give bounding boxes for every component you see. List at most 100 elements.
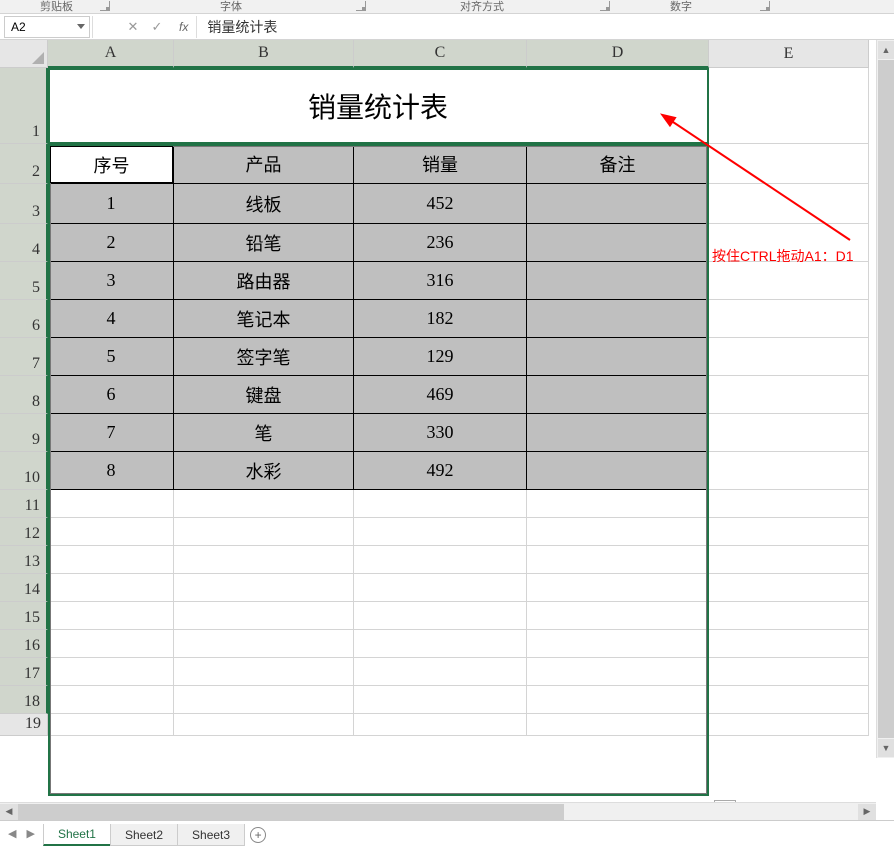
cell[interactable] <box>354 658 527 686</box>
cell[interactable] <box>174 490 354 518</box>
cell[interactable] <box>48 602 174 630</box>
cell[interactable] <box>48 714 174 736</box>
cell[interactable] <box>709 658 869 686</box>
cell[interactable] <box>709 686 869 714</box>
cell[interactable] <box>354 714 527 736</box>
cell[interactable] <box>527 630 709 658</box>
cell[interactable]: 产品 <box>174 144 354 184</box>
row-header-19[interactable]: 19 <box>0 714 48 736</box>
cell[interactable] <box>709 300 869 338</box>
cell[interactable] <box>709 602 869 630</box>
select-all-corner[interactable] <box>0 40 48 68</box>
row-header-15[interactable]: 15 <box>0 602 48 630</box>
row-header-17[interactable]: 17 <box>0 658 48 686</box>
cell[interactable] <box>174 686 354 714</box>
cell[interactable] <box>527 338 709 376</box>
col-header-B[interactable]: B <box>174 40 354 68</box>
dialog-launcher-icon[interactable] <box>356 1 366 11</box>
cell[interactable]: 签字笔 <box>174 338 354 376</box>
cell[interactable] <box>527 262 709 300</box>
row-header-1[interactable]: 1 <box>0 68 48 144</box>
cell[interactable] <box>527 376 709 414</box>
cell[interactable] <box>354 546 527 574</box>
sheet-tab-3[interactable]: Sheet3 <box>177 824 245 846</box>
cell[interactable] <box>174 546 354 574</box>
cell[interactable]: 铅笔 <box>174 224 354 262</box>
cell[interactable] <box>174 574 354 602</box>
cell[interactable] <box>527 546 709 574</box>
dialog-launcher-icon[interactable] <box>100 1 110 11</box>
cell[interactable] <box>709 262 869 300</box>
cell[interactable] <box>709 414 869 452</box>
scroll-down-icon[interactable]: ▼ <box>878 739 894 757</box>
cell[interactable]: 4 <box>48 300 174 338</box>
cell[interactable] <box>48 658 174 686</box>
cell[interactable] <box>527 658 709 686</box>
cell[interactable]: 5 <box>48 338 174 376</box>
sheet-tab-1[interactable]: Sheet1 <box>43 824 111 846</box>
cell[interactable] <box>354 630 527 658</box>
dialog-launcher-icon[interactable] <box>600 1 610 11</box>
cell[interactable]: 笔记本 <box>174 300 354 338</box>
cell[interactable] <box>354 490 527 518</box>
cell[interactable]: 7 <box>48 414 174 452</box>
cell[interactable] <box>527 714 709 736</box>
cell[interactable] <box>527 574 709 602</box>
cell[interactable] <box>709 518 869 546</box>
cell[interactable]: 129 <box>354 338 527 376</box>
row-header-4[interactable]: 4 <box>0 224 48 262</box>
row-header-13[interactable]: 13 <box>0 546 48 574</box>
cell[interactable]: 序号 <box>48 144 174 184</box>
cell[interactable] <box>709 630 869 658</box>
cell[interactable] <box>48 546 174 574</box>
cell[interactable] <box>709 68 869 144</box>
cell[interactable] <box>709 452 869 490</box>
cell[interactable] <box>527 184 709 224</box>
cell[interactable]: 销量 <box>354 144 527 184</box>
row-header-9[interactable]: 9 <box>0 414 48 452</box>
cell[interactable] <box>174 714 354 736</box>
cell[interactable] <box>527 414 709 452</box>
cell[interactable] <box>174 602 354 630</box>
sheet-tab-2[interactable]: Sheet2 <box>110 824 178 846</box>
cell[interactable]: 469 <box>354 376 527 414</box>
cancel-icon[interactable]: ✕ <box>121 16 145 38</box>
vertical-scrollbar[interactable]: ▲ ▼ <box>876 40 894 758</box>
cell[interactable]: 3 <box>48 262 174 300</box>
name-box[interactable]: A2 <box>4 16 90 38</box>
row-header-2[interactable]: 2 <box>0 144 48 184</box>
fx-icon[interactable]: fx <box>179 20 188 34</box>
cell[interactable] <box>48 686 174 714</box>
cell[interactable]: 8 <box>48 452 174 490</box>
cell[interactable] <box>354 602 527 630</box>
row-header-18[interactable]: 18 <box>0 686 48 714</box>
cell[interactable]: 452 <box>354 184 527 224</box>
cell[interactable] <box>709 144 869 184</box>
cell[interactable]: 2 <box>48 224 174 262</box>
cell[interactable] <box>709 546 869 574</box>
cell[interactable]: 线板 <box>174 184 354 224</box>
horizontal-scrollbar[interactable]: ◀ ▶ <box>0 802 876 820</box>
row-header-11[interactable]: 11 <box>0 490 48 518</box>
cell[interactable]: 笔 <box>174 414 354 452</box>
cell[interactable] <box>48 518 174 546</box>
cell[interactable]: 备注 <box>527 144 709 184</box>
cell[interactable] <box>527 300 709 338</box>
cell[interactable]: 路由器 <box>174 262 354 300</box>
cell[interactable]: 316 <box>354 262 527 300</box>
cell[interactable] <box>709 574 869 602</box>
add-sheet-button[interactable]: + <box>244 824 272 846</box>
row-header-7[interactable]: 7 <box>0 338 48 376</box>
row-header-10[interactable]: 10 <box>0 452 48 490</box>
cell[interactable]: 236 <box>354 224 527 262</box>
cell[interactable]: 330 <box>354 414 527 452</box>
cell[interactable]: 1 <box>48 184 174 224</box>
cell[interactable]: 键盘 <box>174 376 354 414</box>
cell[interactable] <box>709 184 869 224</box>
cell[interactable] <box>48 630 174 658</box>
formula-input[interactable]: 销量统计表 <box>199 17 894 37</box>
tab-nav-prev-icon[interactable]: ◀ <box>8 827 16 840</box>
chevron-down-icon[interactable] <box>77 24 85 29</box>
cell[interactable]: 182 <box>354 300 527 338</box>
cell[interactable] <box>354 686 527 714</box>
